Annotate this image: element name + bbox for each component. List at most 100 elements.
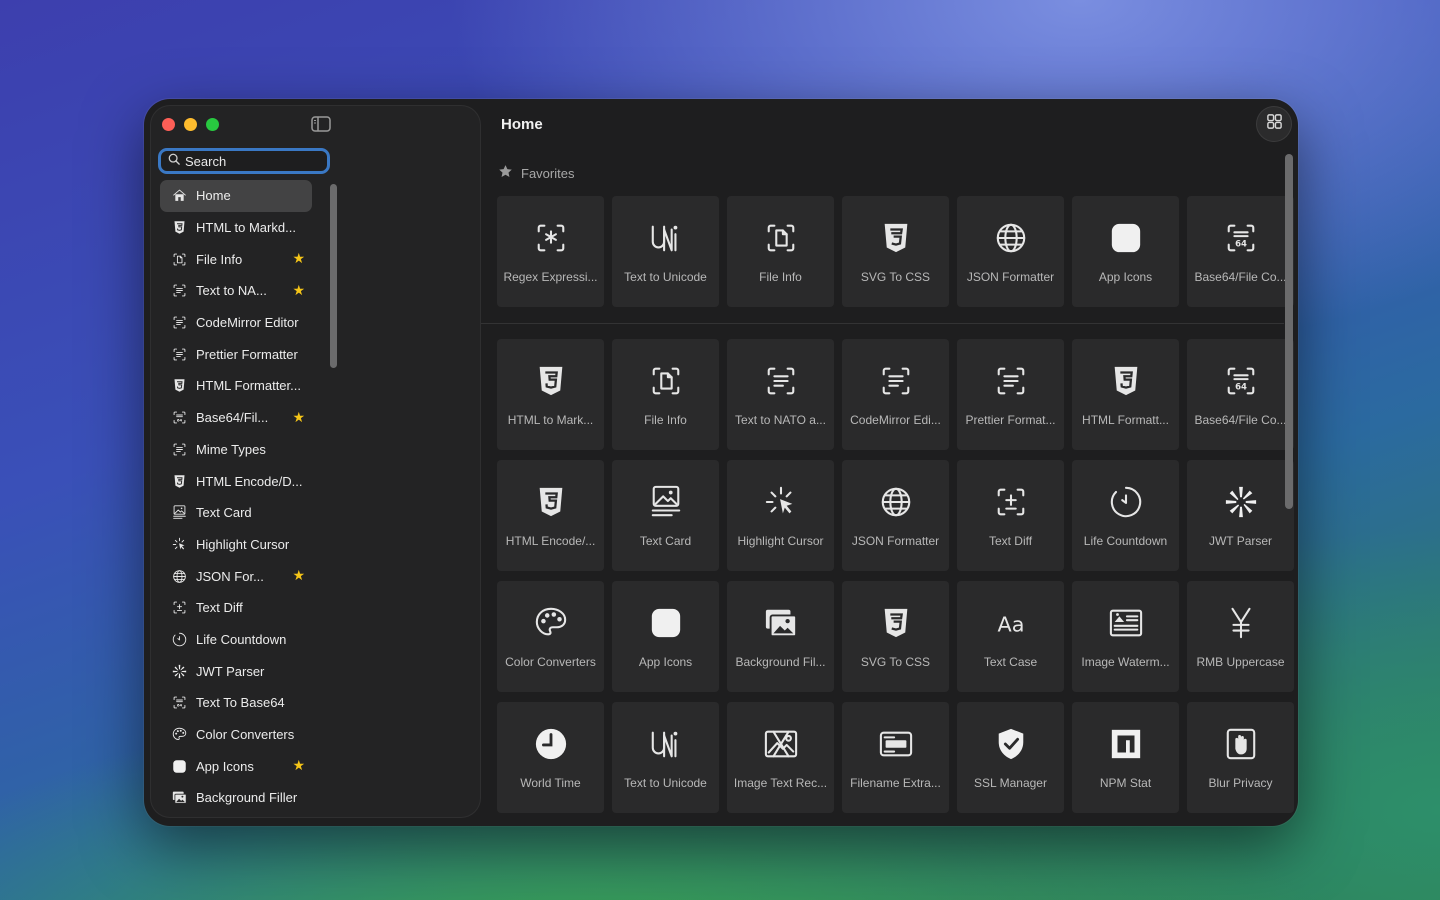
tile-label: Prettier Format... — [965, 413, 1056, 427]
tile-label: Color Converters — [505, 655, 596, 669]
tool-tile-image-text-rec[interactable]: Image Text Rec... — [727, 702, 834, 813]
sidebar-item-text-card[interactable]: Text Card — [160, 497, 312, 529]
tool-tile-filename-extra[interactable]: Filename Extra... — [842, 702, 949, 813]
tool-tile-background-fil[interactable]: Background Fil... — [727, 581, 834, 692]
tile-label: Text Diff — [988, 534, 1033, 548]
tile-label: File Info — [644, 413, 687, 427]
section-divider — [481, 323, 1284, 324]
tool-tile-life-countdown[interactable]: Life Countdown — [1072, 460, 1179, 571]
sidebar-item-html-to-markd[interactable]: HTML to Markd... — [160, 212, 312, 244]
sidebar-nav: Home HTML to Markd... File Info ★ Text to NA… — [160, 180, 312, 814]
sidebar-item-background-filler[interactable]: Background Filler — [160, 782, 312, 814]
tool-tile-text-case[interactable]: Aa Text Case — [957, 581, 1064, 692]
sidebar-item-highlight-cursor[interactable]: Highlight Cursor — [160, 529, 312, 561]
css3-icon — [842, 220, 949, 256]
sidebar-item-codemirror-editor[interactable]: CodeMirror Editor — [160, 307, 312, 339]
tool-tile-jwt-parser[interactable]: JWT Parser — [1187, 460, 1294, 571]
tool-tile-npm-stat[interactable]: NPM Stat — [1072, 702, 1179, 813]
sidebar-toggle-icon[interactable] — [311, 116, 331, 132]
search-field[interactable] — [158, 148, 330, 174]
palette-icon — [497, 605, 604, 641]
tool-tile-ssl-manager[interactable]: SSL Manager — [957, 702, 1064, 813]
sidebar-scrollbar[interactable] — [330, 184, 337, 368]
tile-label: Filename Extra... — [850, 776, 941, 790]
tool-tile-html-to-mark[interactable]: HTML to Mark... — [497, 339, 604, 450]
tool-tile-codemirror-edi[interactable]: CodeMirror Edi... — [842, 339, 949, 450]
favorites-header: Favorites — [498, 164, 574, 182]
tool-tile-rmb-uppercase[interactable]: RMB Uppercase — [1187, 581, 1294, 692]
sidebar-item-text-to-na[interactable]: Text to NA... ★ — [160, 275, 312, 307]
sidebar-item-life-countdown[interactable]: Life Countdown — [160, 624, 312, 656]
favorite-tile-app-icons[interactable]: App Icons — [1072, 196, 1179, 307]
tool-tile-app-icons[interactable]: App Icons — [612, 581, 719, 692]
tool-tile-world-time[interactable]: World Time — [497, 702, 604, 813]
svg-text:Aa: Aa — [997, 613, 1024, 637]
tool-tile-prettier-format[interactable]: Prettier Format... — [957, 339, 1064, 450]
tool-tile-blur-privacy[interactable]: Blur Privacy — [1187, 702, 1294, 813]
sidebar-item-html-encode-d[interactable]: HTML Encode/D... — [160, 465, 312, 497]
sidebar-item-label: Background Filler — [196, 790, 298, 806]
sidebar-item-label: Base64/Fil... — [196, 410, 269, 426]
favorite-tile-regex-expressi[interactable]: Regex Expressi... — [497, 196, 604, 307]
tool-tile-svg-to-css[interactable]: SVG To CSS — [842, 581, 949, 692]
favorite-tile-svg-to-css[interactable]: SVG To CSS — [842, 196, 949, 307]
favorite-tile-file-info[interactable]: File Info — [727, 196, 834, 307]
app-square-icon — [612, 605, 719, 641]
favorite-tile-text-to-unicode[interactable]: Text to Unicode — [612, 196, 719, 307]
sidebar-item-app-icons[interactable]: App Icons ★ — [160, 750, 312, 782]
sidebar-item-html-formatter[interactable]: HTML Formatter... — [160, 370, 312, 402]
favorite-star-icon[interactable]: ★ — [292, 283, 305, 297]
tool-tile-text-to-unicode[interactable]: Text to Unicode — [612, 702, 719, 813]
tool-tile-html-encode[interactable]: HTML Encode/... — [497, 460, 604, 571]
tool-tile-highlight-cursor[interactable]: Highlight Cursor — [727, 460, 834, 571]
html5-icon — [497, 363, 604, 399]
tool-tile-base64-file-co[interactable]: 64 Base64/File Co... — [1187, 339, 1294, 450]
sidebar-item-json-for[interactable]: JSON For... ★ — [160, 560, 312, 592]
sidebar-item-text-to-base64[interactable]: 64 Text To Base64 — [160, 687, 312, 719]
tool-tile-text-to-nato-a[interactable]: Text to NATO a... — [727, 339, 834, 450]
sidebar-item-color-converters[interactable]: Color Converters — [160, 719, 312, 751]
sidebar-item-home[interactable]: Home — [160, 180, 312, 212]
minimize-window-button[interactable] — [184, 118, 197, 131]
sidebar-item-label: Text To Base64 — [196, 695, 285, 711]
sidebar-item-text-diff[interactable]: Text Diff — [160, 592, 312, 624]
app-square-icon — [170, 757, 188, 775]
tile-label: SVG To CSS — [860, 270, 931, 284]
sidebar-item-label: Text Diff — [196, 600, 243, 616]
text-scan-icon — [170, 314, 188, 332]
sidebar-item-file-info[interactable]: File Info ★ — [160, 243, 312, 275]
favorite-star-icon[interactable]: ★ — [292, 410, 305, 424]
zoom-window-button[interactable] — [206, 118, 219, 131]
favorite-star-icon[interactable]: ★ — [292, 568, 305, 582]
sidebar-item-mime-types[interactable]: Mime Types — [160, 434, 312, 466]
sidebar-item-label: HTML to Markd... — [196, 220, 296, 236]
tool-tile-text-diff[interactable]: Text Diff — [957, 460, 1064, 571]
base64-icon: 64 — [170, 694, 188, 712]
favorite-tile-json-formatter[interactable]: JSON Formatter — [957, 196, 1064, 307]
search-icon — [168, 152, 180, 170]
main-scrollbar[interactable] — [1285, 154, 1293, 509]
unicode-icon — [612, 220, 719, 256]
home-icon — [170, 187, 188, 205]
sidebar-item-prettier-formatter[interactable]: Prettier Formatter — [160, 338, 312, 370]
tool-tile-json-formatter[interactable]: JSON Formatter — [842, 460, 949, 571]
tile-label: App Icons — [1098, 270, 1153, 284]
tool-tile-html-formatt[interactable]: HTML Formatt... — [1072, 339, 1179, 450]
close-window-button[interactable] — [162, 118, 175, 131]
tile-label: SSL Manager — [974, 776, 1047, 790]
favorite-star-icon[interactable]: ★ — [292, 251, 305, 265]
tool-tile-image-waterm[interactable]: Image Waterm... — [1072, 581, 1179, 692]
favorite-star-icon[interactable]: ★ — [292, 758, 305, 772]
sidebar-item-base64-fil[interactable]: 64 Base64/Fil... ★ — [160, 402, 312, 434]
watermark-icon — [1072, 605, 1179, 641]
tile-label: Text to Unicode — [624, 270, 707, 284]
grid-view-button[interactable] — [1256, 106, 1292, 142]
sidebar-item-label: HTML Formatter... — [196, 378, 301, 394]
sidebar-item-jwt-parser[interactable]: JWT Parser — [160, 655, 312, 687]
search-input[interactable] — [185, 153, 315, 169]
tool-tile-color-converters[interactable]: Color Converters — [497, 581, 604, 692]
app-window: HomeHTML to Markd...File Info★Text to NA… — [144, 99, 1298, 826]
favorite-tile-base64-file-co[interactable]: 64 Base64/File Co... — [1187, 196, 1294, 307]
tool-tile-file-info[interactable]: File Info — [612, 339, 719, 450]
tool-tile-text-card[interactable]: Text Card — [612, 460, 719, 571]
